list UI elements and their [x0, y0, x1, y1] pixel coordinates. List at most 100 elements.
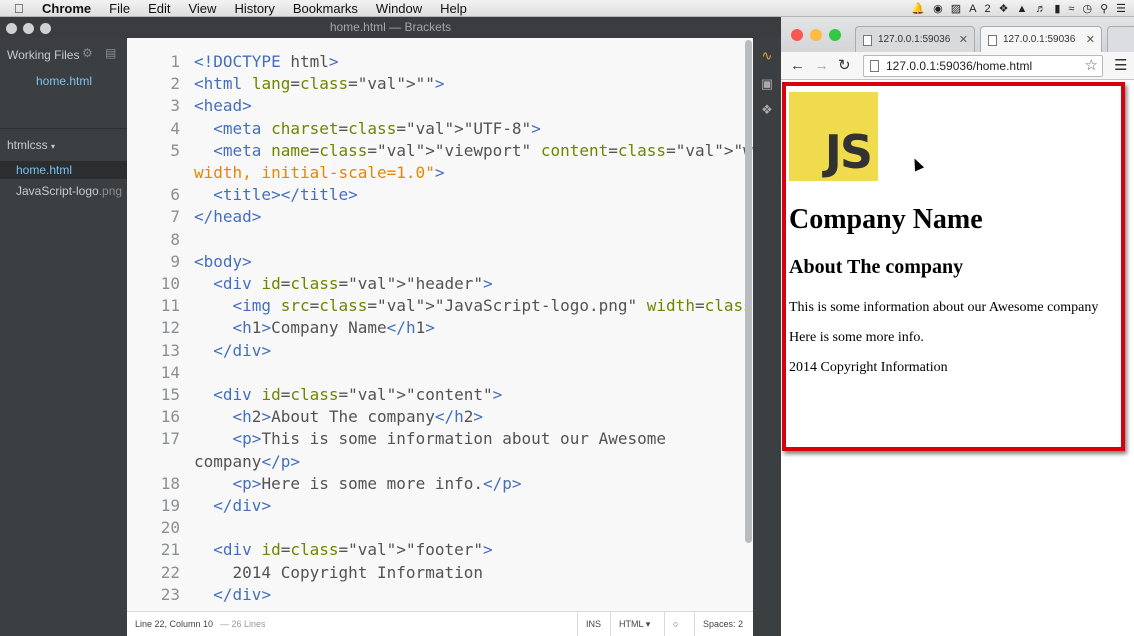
working-files-label: Working Files	[7, 48, 80, 62]
drive-icon[interactable]: ▲	[1016, 3, 1027, 15]
cursor-position: Line 22, Column 10	[135, 619, 214, 629]
code-line: <div id=class="val">"header">	[213, 274, 493, 293]
line-number: 12	[160, 318, 180, 338]
minimize-window-button[interactable]	[810, 29, 822, 41]
status-badge: 2	[984, 2, 991, 15]
linter-status-icon[interactable]: ○	[664, 611, 694, 636]
chrome-menu-icon[interactable]: ☰	[1114, 58, 1127, 74]
close-tab-icon[interactable]: ✕	[1086, 27, 1095, 53]
project-label: htmlcss	[7, 138, 48, 152]
minimize-window-button[interactable]	[23, 23, 34, 34]
mac-menubar:  Chrome File Edit View History Bookmark…	[0, 0, 1134, 17]
line-number: 9	[170, 251, 180, 271]
clock-icon[interactable]: ◷	[1082, 2, 1092, 15]
line-number: 2	[170, 74, 180, 94]
split-view-icon[interactable]: ▤	[105, 46, 116, 60]
file-name: JavaScript-logo	[16, 184, 99, 198]
address-bar[interactable]: 127.0.0.1:59036/home.html ☆	[863, 55, 1103, 77]
forward-arrow-icon[interactable]: →	[814, 58, 829, 74]
close-tab-icon[interactable]: ✕	[959, 27, 968, 53]
apple-icon[interactable]: 	[14, 1, 32, 16]
tab-inactive[interactable]: 127.0.0.1:59036 ✕	[855, 26, 975, 52]
tab-active[interactable]: 127.0.0.1:59036 ✕	[980, 26, 1102, 52]
chrome-toolbar: ← → ↻ 127.0.0.1:59036/home.html ☆ ☰	[781, 52, 1134, 80]
code-line: <div id=class="val">"footer">	[213, 540, 493, 560]
menubar-status-icons: 🔔 ◉ ▨ A 2 ❖ ▲ ♬ ▮ ≈ ◷ ⚲ ☰	[911, 0, 1126, 17]
page-heading: Company Name	[789, 204, 983, 235]
code-line: <html lang=class="val">"">	[194, 74, 445, 94]
back-arrow-icon[interactable]: ←	[790, 58, 805, 74]
code-line: 2014 Copyright Information	[194, 562, 483, 582]
gear-icon[interactable]: ⚙	[82, 46, 93, 60]
battery-icon[interactable]: ▮	[1054, 2, 1060, 15]
project-dropdown[interactable]: htmlcss ▾	[7, 138, 55, 152]
project-file-js-logo[interactable]: JavaScript-logo.png	[0, 182, 127, 200]
new-tab-button[interactable]	[1107, 26, 1134, 52]
code-line: <head>	[194, 96, 252, 116]
line-number: 22	[160, 562, 180, 582]
editor-scrollbar[interactable]	[745, 40, 752, 543]
line-number: 20	[160, 518, 180, 538]
line-number: 5	[170, 140, 180, 160]
page-icon	[870, 60, 879, 72]
file-sidebar: Working Files ⚙ ▤ home.html htmlcss ▾ ho…	[0, 38, 127, 636]
line-number: 1	[170, 52, 180, 71]
close-window-button[interactable]	[791, 29, 803, 41]
language-label: HTML	[619, 618, 644, 629]
bookmark-star-icon[interactable]: ☆	[1085, 56, 1098, 76]
zoom-window-button[interactable]	[829, 29, 841, 41]
editor-statusbar: Line 22, Column 10 — 26 Lines INS HTML ▾…	[127, 611, 753, 636]
line-number: 7	[170, 207, 180, 227]
list-icon[interactable]: ☰	[1116, 2, 1126, 15]
code-line: <p>This is some information about our Aw…	[232, 429, 667, 449]
highlight-box: JS Company Name About The company This i…	[782, 82, 1125, 451]
menu-bookmarks[interactable]: Bookmarks	[293, 1, 358, 16]
indent-spaces[interactable]: Spaces: 2	[694, 611, 751, 636]
code-line: <p>Here is some more info.</p>	[232, 473, 522, 493]
chevron-down-icon: ▾	[51, 142, 56, 151]
menu-history[interactable]: History	[234, 1, 274, 16]
code-line: width, initial-scale=1.0">	[194, 163, 445, 182]
js-logo-text: JS	[824, 125, 873, 179]
menu-view[interactable]: View	[188, 1, 216, 16]
js-logo-image: JS	[789, 92, 878, 181]
notification-icon[interactable]: 🔔	[911, 2, 925, 15]
language-select[interactable]: HTML ▾	[610, 611, 664, 636]
insert-mode-toggle[interactable]: INS	[577, 611, 609, 636]
live-preview-icon[interactable]: ∿	[759, 48, 775, 64]
file-extension: .png	[98, 184, 123, 198]
code-editor[interactable]: 1 <!DOCTYPE html> 2 <html lang=class="val">…	[127, 38, 897, 611]
line-number: 8	[170, 229, 180, 249]
project-file-home[interactable]: home.html	[0, 161, 127, 179]
line-number: 19	[160, 496, 180, 515]
dropbox-icon[interactable]: ❖	[999, 2, 1009, 15]
volume-icon[interactable]: ♬	[1035, 3, 1046, 15]
code-line: </head>	[194, 207, 262, 227]
menu-edit[interactable]: Edit	[148, 1, 170, 16]
adobe-icon[interactable]: A	[969, 3, 976, 15]
menu-file[interactable]: File	[109, 1, 130, 16]
close-window-button[interactable]	[6, 23, 17, 34]
menu-help[interactable]: Help	[440, 1, 467, 16]
line-count: — 26 Lines	[220, 619, 266, 629]
line-number: 13	[160, 340, 180, 360]
brackets-window: home.html — Brackets Working Files ⚙ ▤ h…	[0, 17, 897, 636]
page-subheading: About The company	[789, 256, 964, 278]
code-line: <meta charset=class="val">"UTF-8">	[213, 118, 541, 138]
menu-app-name[interactable]: Chrome	[42, 1, 91, 16]
line-number: 14	[160, 362, 180, 382]
menu-window[interactable]: Window	[376, 1, 422, 16]
search-icon[interactable]: ⚲	[1100, 2, 1108, 15]
code-inspect-icon[interactable]: ❖	[759, 102, 775, 118]
brackets-right-toolbar: ∿ ▣ ❖	[753, 38, 781, 636]
extension-manager-icon[interactable]: ▣	[759, 76, 775, 92]
code-line: <h2>About The company</h2>	[232, 407, 484, 427]
line-number: 18	[160, 473, 180, 493]
zoom-window-button[interactable]	[40, 23, 51, 34]
line-number: 6	[170, 185, 180, 205]
code-line: <title></title>	[213, 185, 358, 205]
wifi-icon[interactable]: ≈	[1068, 3, 1074, 15]
reload-icon[interactable]: ↻	[838, 58, 851, 74]
record-icon[interactable]: ◉	[933, 2, 943, 15]
evernote-icon[interactable]: ▨	[951, 2, 961, 15]
